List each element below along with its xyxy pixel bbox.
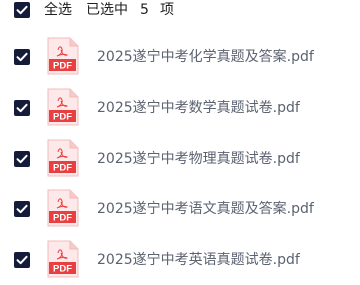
file-checkbox[interactable] [14, 151, 30, 167]
pdf-file-icon: PDF [46, 240, 79, 278]
selected-text: 已选中 [86, 2, 128, 18]
file-row[interactable]: PDF 2025遂宁中考数学真题试卷.pdf [0, 88, 360, 128]
file-row[interactable]: PDF 2025遂宁中考语文真题及答案.pdf [0, 189, 360, 229]
file-name[interactable]: 2025遂宁中考物理真题试卷.pdf [97, 150, 300, 168]
file-name[interactable]: 2025遂宁中考语文真题及答案.pdf [97, 200, 314, 218]
select-all-label[interactable]: 全选 [44, 1, 72, 19]
file-row[interactable]: PDF 2025遂宁中考物理真题试卷.pdf [0, 139, 360, 179]
checkmark-icon [16, 103, 28, 113]
pdf-icon-label: PDF [53, 112, 72, 123]
checkmark-icon [16, 5, 28, 15]
file-name[interactable]: 2025遂宁中考化学真题及答案.pdf [97, 48, 314, 66]
file-checkbox[interactable] [14, 100, 30, 116]
checkmark-icon [16, 204, 28, 214]
file-checkbox[interactable] [14, 252, 30, 268]
pdf-file-icon: PDF [46, 37, 79, 75]
pdf-icon-label: PDF [53, 213, 72, 224]
pdf-icon-label: PDF [53, 264, 72, 275]
file-row[interactable]: PDF 2025遂宁中考英语真题试卷.pdf [0, 240, 360, 280]
pdf-file-icon: PDF [46, 139, 79, 177]
pdf-file-icon: PDF [46, 189, 79, 227]
file-name[interactable]: 2025遂宁中考数学真题试卷.pdf [97, 99, 300, 117]
pdf-icon-label: PDF [53, 61, 72, 72]
file-checkbox[interactable] [14, 201, 30, 217]
pdf-file-icon: PDF [46, 88, 79, 126]
selected-count: 5 [140, 2, 149, 18]
pdf-icon-label: PDF [53, 163, 72, 174]
file-row[interactable]: PDF 2025遂宁中考化学真题及答案.pdf [0, 37, 360, 77]
selected-unit: 项 [160, 2, 174, 18]
checkmark-icon [16, 154, 28, 164]
file-name[interactable]: 2025遂宁中考英语真题试卷.pdf [97, 251, 300, 269]
checkmark-icon [16, 255, 28, 265]
file-checkbox[interactable] [14, 49, 30, 65]
select-all-checkbox[interactable] [14, 2, 30, 18]
selection-header: 全选 已选中 5 项 [0, 0, 360, 20]
checkmark-icon [16, 52, 28, 62]
